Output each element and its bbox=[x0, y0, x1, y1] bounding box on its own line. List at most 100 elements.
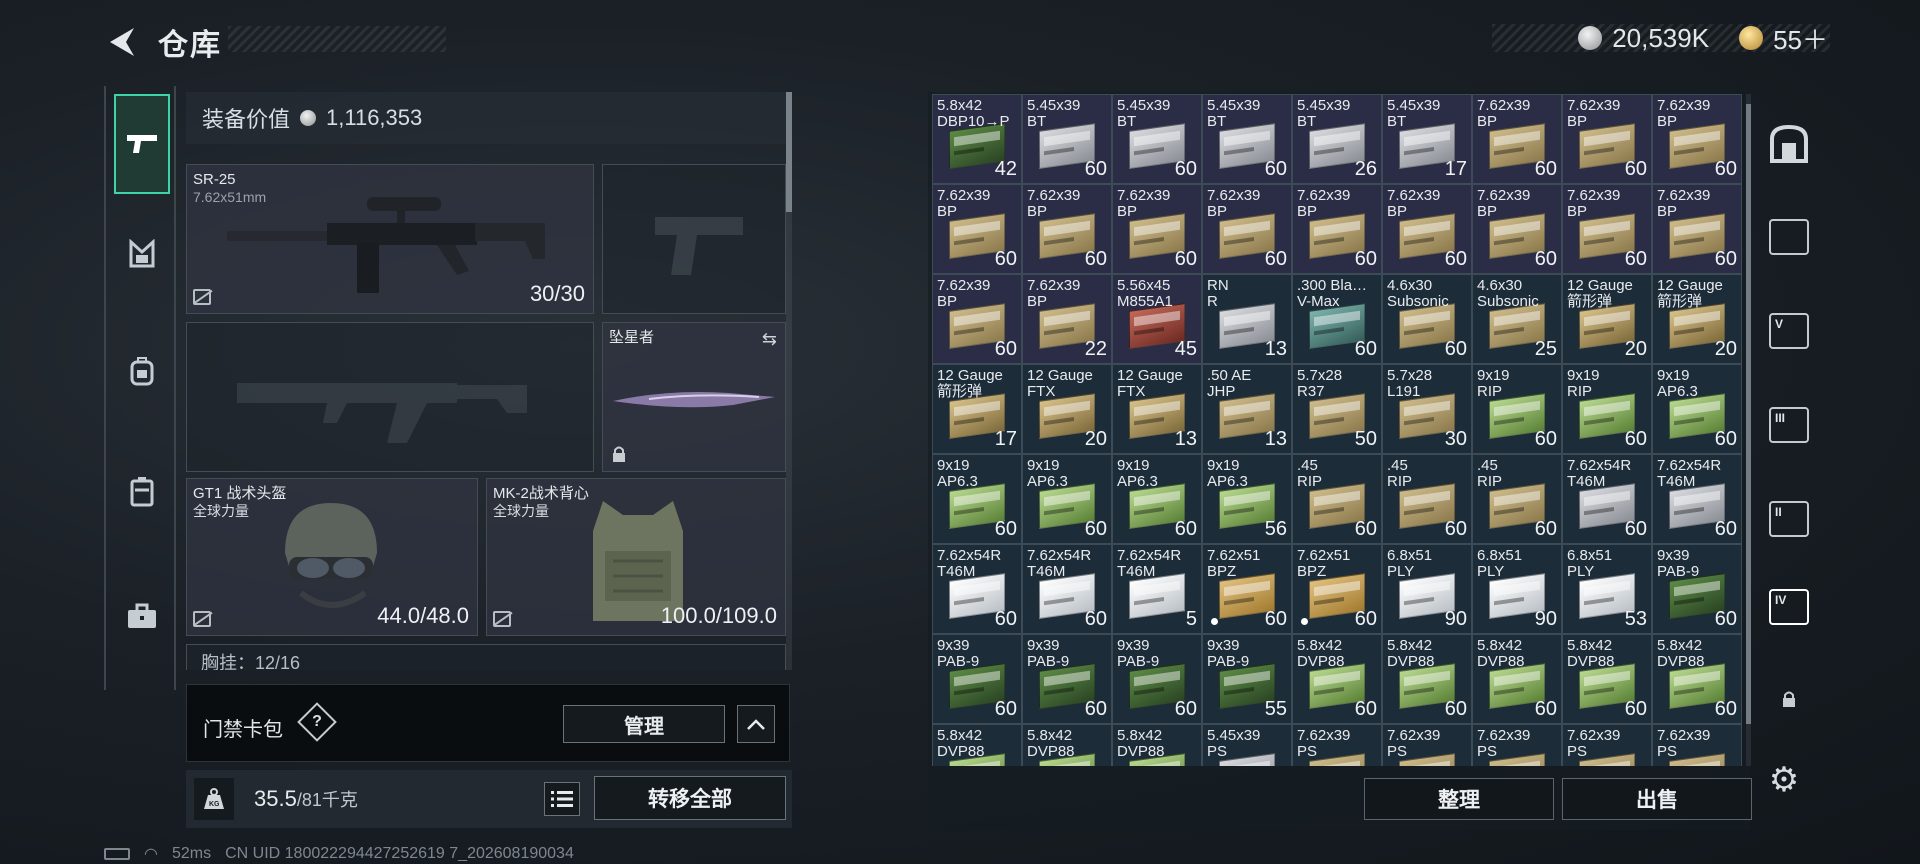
inventory-scrollbar[interactable] bbox=[1746, 94, 1751, 766]
inventory-item[interactable]: 7.62x39 BP 60 bbox=[1562, 94, 1652, 184]
inventory-item[interactable]: 7.62x39 BP 60 bbox=[1382, 184, 1472, 274]
inventory-item[interactable]: 5.8x42 DVP88 60 bbox=[1472, 634, 1562, 724]
inventory-item[interactable]: 5.45x39 BT 60 bbox=[1112, 94, 1202, 184]
tab-backpack[interactable] bbox=[114, 322, 170, 422]
inventory-item[interactable]: 7.62x54R T46M 60 bbox=[1562, 454, 1652, 544]
tab-chest-rig[interactable] bbox=[114, 204, 170, 304]
inventory-item[interactable]: .50 AE JHP 13 bbox=[1202, 364, 1292, 454]
inventory-item[interactable]: 7.62x39 PS bbox=[1292, 724, 1382, 766]
inventory-item[interactable]: 5.45x39 BT 60 bbox=[1202, 94, 1292, 184]
primary-weapon-slot[interactable]: SR-25 7.62x51mm 30/30 bbox=[186, 164, 594, 314]
secondary-weapon-slot-empty[interactable] bbox=[186, 322, 594, 472]
swap-icon[interactable]: ⇆ bbox=[762, 329, 777, 350]
sidearm-slot-empty[interactable] bbox=[602, 164, 786, 314]
inventory-item[interactable]: 7.62x54R T46M 5 bbox=[1112, 544, 1202, 634]
inventory-item[interactable]: 12 Gauge 箭形弹 20 bbox=[1562, 274, 1652, 364]
inventory-item[interactable]: 9x39 PAB-9 60 bbox=[932, 634, 1022, 724]
equipment-scrollbar-thumb[interactable] bbox=[786, 92, 792, 212]
inventory-item[interactable]: 6.8x51 PLY 90 bbox=[1472, 544, 1562, 634]
inventory-item[interactable]: 7.62x39 BP 60 bbox=[1112, 184, 1202, 274]
help-icon[interactable]: ? bbox=[297, 702, 337, 742]
back-button[interactable] bbox=[104, 24, 140, 60]
inventory-item[interactable]: 7.62x51 BPZ 60 bbox=[1202, 544, 1292, 634]
inventory-item[interactable]: 5.45x39 BT 26 bbox=[1292, 94, 1382, 184]
inventory-item[interactable]: 7.62x39 BP 22 bbox=[1022, 274, 1112, 364]
inventory-item[interactable]: 6.8x51 PLY 53 bbox=[1562, 544, 1652, 634]
inventory-item[interactable]: 9x19 AP6.3 60 bbox=[1652, 364, 1742, 454]
filter-lock-button[interactable] bbox=[1762, 672, 1816, 726]
inventory-item[interactable]: 5.7x28 R37 50 bbox=[1292, 364, 1382, 454]
inventory-item[interactable]: 7.62x39 BP 60 bbox=[1022, 184, 1112, 274]
melee-slot[interactable]: 坠星者 ⇆ bbox=[602, 322, 786, 472]
inventory-item[interactable]: .300 Bla… V-Max 60 bbox=[1292, 274, 1382, 364]
inventory-item[interactable]: 9x39 PAB-9 60 bbox=[1652, 544, 1742, 634]
inventory-item[interactable]: 7.62x39 BP 60 bbox=[932, 274, 1022, 364]
gold-amount[interactable]: 55＋ bbox=[1773, 20, 1828, 57]
inventory-item[interactable]: 6.8x51 PLY 90 bbox=[1382, 544, 1472, 634]
inventory-item[interactable]: 7.62x39 BP 60 bbox=[1652, 184, 1742, 274]
inventory-item[interactable]: 9x19 AP6.3 60 bbox=[1022, 454, 1112, 544]
inventory-item[interactable]: 5.45x39 BT 60 bbox=[1022, 94, 1112, 184]
tab-case[interactable] bbox=[114, 566, 170, 666]
inventory-item[interactable]: 7.62x54R T46M 60 bbox=[932, 544, 1022, 634]
inventory-item[interactable]: 9x19 AP6.3 56 bbox=[1202, 454, 1292, 544]
inventory-item[interactable]: 5.8x42 DVP88 bbox=[1022, 724, 1112, 766]
inventory-item[interactable]: 7.62x39 PS bbox=[1472, 724, 1562, 766]
inventory-item[interactable]: .45 RIP 60 bbox=[1472, 454, 1562, 544]
inventory-item[interactable]: 5.45x39 PS bbox=[1202, 724, 1292, 766]
chest-rig-row[interactable]: 胸挂：12/16 bbox=[186, 644, 786, 670]
manage-button[interactable]: 管理 bbox=[563, 705, 725, 743]
inventory-item[interactable]: 7.62x39 PS bbox=[1562, 724, 1652, 766]
inventory-item[interactable]: 5.8x42 DVP88 60 bbox=[1292, 634, 1382, 724]
sell-button[interactable]: 出售 bbox=[1562, 778, 1752, 820]
inventory-item[interactable]: 12 Gauge 箭形弹 20 bbox=[1652, 274, 1742, 364]
inventory-item[interactable]: 5.8x42 DVP88 60 bbox=[1652, 634, 1742, 724]
inventory-item[interactable]: 7.62x39 BP 60 bbox=[1472, 94, 1562, 184]
inventory-item[interactable]: 7.62x39 BP 60 bbox=[1202, 184, 1292, 274]
inventory-item[interactable]: 7.62x39 BP 60 bbox=[1562, 184, 1652, 274]
settings-button[interactable]: ⚙ bbox=[1764, 760, 1804, 800]
inventory-item[interactable]: 9x39 PAB-9 60 bbox=[1022, 634, 1112, 724]
inventory-item[interactable]: 7.62x39 BP 60 bbox=[1652, 94, 1742, 184]
inventory-item[interactable]: 7.62x39 PS bbox=[1382, 724, 1472, 766]
sort-button[interactable]: 整理 bbox=[1364, 778, 1554, 820]
inventory-item[interactable]: 5.7x28 L191 30 bbox=[1382, 364, 1472, 454]
inventory-scrollbar-thumb[interactable] bbox=[1746, 104, 1751, 724]
inventory-item[interactable]: 5.8x42 DVP88 bbox=[1112, 724, 1202, 766]
inventory-item[interactable]: RN R 13 bbox=[1202, 274, 1292, 364]
helmet-slot[interactable]: GT1 战术头盔 全球力量 44.0/48.0 bbox=[186, 478, 478, 636]
vest-slot[interactable]: MK-2战术背心 全球力量 100.0/109.0 bbox=[486, 478, 786, 636]
inventory-item[interactable]: 5.8x42 DVP88 bbox=[932, 724, 1022, 766]
tab-container[interactable] bbox=[114, 442, 170, 542]
inventory-item[interactable]: .45 RIP 60 bbox=[1292, 454, 1382, 544]
filter-iii-button[interactable]: III bbox=[1762, 398, 1816, 452]
inventory-item[interactable]: 9x19 AP6.3 60 bbox=[932, 454, 1022, 544]
inventory-item[interactable]: 5.56x45 M855A1 45 bbox=[1112, 274, 1202, 364]
inventory-item[interactable]: .45 RIP 60 bbox=[1382, 454, 1472, 544]
inventory-item[interactable]: 9x19 AP6.3 60 bbox=[1112, 454, 1202, 544]
inventory-item[interactable]: 12 Gauge 箭形弹 17 bbox=[932, 364, 1022, 454]
transfer-all-button[interactable]: 转移全部 bbox=[594, 776, 786, 820]
inventory-item[interactable]: 7.62x39 BP 60 bbox=[1472, 184, 1562, 274]
inventory-item[interactable]: 9x19 RIP 60 bbox=[1562, 364, 1652, 454]
inventory-item[interactable]: 9x39 PAB-9 60 bbox=[1112, 634, 1202, 724]
filter-ii-button[interactable]: II bbox=[1762, 492, 1816, 546]
inventory-item[interactable]: 7.62x54R T46M 60 bbox=[1022, 544, 1112, 634]
inventory-item[interactable]: 9x39 PAB-9 55 bbox=[1202, 634, 1292, 724]
equipment-scrollbar[interactable] bbox=[786, 92, 792, 670]
inventory-item[interactable]: 7.62x54R T46M 60 bbox=[1652, 454, 1742, 544]
inventory-item[interactable]: 5.45x39 BT 17 bbox=[1382, 94, 1472, 184]
filter-bag-button[interactable] bbox=[1762, 116, 1816, 170]
inventory-item[interactable]: 9x19 RIP 60 bbox=[1472, 364, 1562, 454]
inventory-item[interactable]: 4.6x30 Subsonic 60 bbox=[1382, 274, 1472, 364]
filter-iv-button[interactable]: IV bbox=[1762, 580, 1816, 634]
inventory-item[interactable]: 7.62x39 BP 60 bbox=[1292, 184, 1382, 274]
tab-weapons[interactable] bbox=[114, 94, 170, 194]
inventory-item[interactable]: 12 Gauge FTX 13 bbox=[1112, 364, 1202, 454]
filter-all-button[interactable] bbox=[1762, 210, 1816, 264]
inventory-item[interactable]: 7.62x39 PS bbox=[1652, 724, 1742, 766]
inventory-item[interactable]: 5.8x42 DBP10→P 42 bbox=[932, 94, 1022, 184]
list-view-button[interactable] bbox=[544, 782, 580, 816]
inventory-item[interactable]: 4.6x30 Subsonic 25 bbox=[1472, 274, 1562, 364]
inventory-item[interactable]: 5.8x42 DVP88 60 bbox=[1382, 634, 1472, 724]
